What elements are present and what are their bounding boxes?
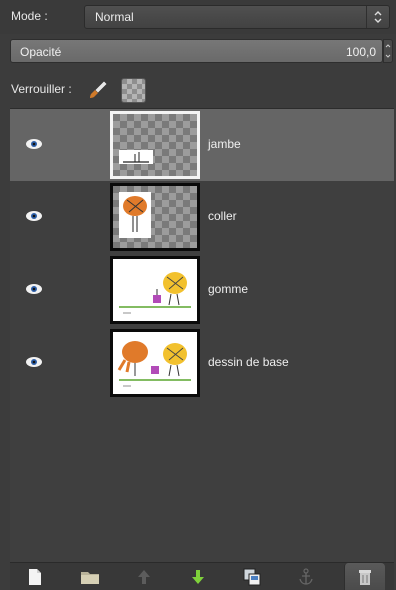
coller-thumbnail-drawing xyxy=(119,192,151,238)
eye-icon[interactable] xyxy=(25,210,43,222)
layer-name: gomme xyxy=(208,282,249,296)
lock-label: Verrouiller : xyxy=(11,82,72,96)
opacity-slider[interactable]: Opacité 100,0 xyxy=(10,39,383,63)
layers-list: jambe coller gomme dessin de base xyxy=(10,108,394,563)
dessin-de-base-thumbnail-drawing xyxy=(113,332,197,394)
eye-icon[interactable] xyxy=(25,356,43,368)
new-layer-icon[interactable] xyxy=(15,563,55,590)
duplicate-layer-icon[interactable] xyxy=(232,563,272,590)
layer-row-jambe[interactable]: jambe xyxy=(10,109,394,181)
layer-name: coller xyxy=(208,209,237,223)
mode-row: Mode : Normal xyxy=(0,0,396,34)
lower-layer-icon[interactable] xyxy=(178,563,218,590)
opacity-row: Opacité 100,0 xyxy=(0,34,396,70)
layer-name: dessin de base xyxy=(208,355,289,369)
mode-value: Normal xyxy=(95,10,134,24)
lock-alpha-icon[interactable] xyxy=(121,78,146,103)
gomme-thumbnail-drawing xyxy=(113,259,197,321)
layer-row-dessin-de-base[interactable]: dessin de base xyxy=(10,327,394,399)
jambe-thumbnail-drawing xyxy=(119,150,153,164)
mode-select[interactable]: Normal xyxy=(84,5,390,29)
up-down-arrows-icon xyxy=(366,6,389,28)
layer-row-coller[interactable]: coller xyxy=(10,181,394,253)
eye-icon[interactable] xyxy=(25,283,43,295)
layer-name: jambe xyxy=(208,137,241,151)
layer-thumbnail xyxy=(110,329,200,397)
opacity-spinner[interactable] xyxy=(383,39,393,63)
lock-pixels-brush-icon[interactable] xyxy=(88,78,110,100)
layer-thumbnail xyxy=(110,111,200,179)
raise-layer-icon[interactable] xyxy=(124,563,164,590)
opacity-label: Opacité xyxy=(20,45,62,59)
layer-row-gomme[interactable]: gomme xyxy=(10,254,394,326)
anchor-layer-icon[interactable] xyxy=(286,563,326,590)
layers-toolbar xyxy=(10,562,394,590)
eye-icon[interactable] xyxy=(25,138,43,150)
layer-thumbnail xyxy=(110,183,200,251)
opacity-value: 100,0 xyxy=(345,45,376,59)
lock-row: Verrouiller : xyxy=(0,70,396,108)
layer-thumbnail xyxy=(110,256,200,324)
mode-label: Mode : xyxy=(11,9,48,23)
delete-layer-icon[interactable] xyxy=(344,563,385,590)
new-layer-group-icon[interactable] xyxy=(70,563,110,590)
